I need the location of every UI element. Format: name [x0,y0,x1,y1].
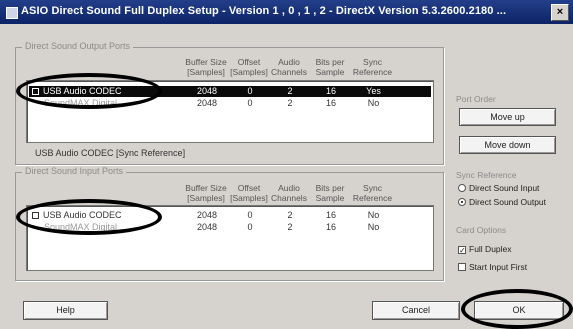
out-header-buffer: Buffer Size [Samples] [185,57,227,77]
in-header-sync: Sync Reference [352,183,393,203]
output-row-buffer: 2048 [196,86,218,96]
checkbox-empty [458,263,466,271]
radio-input-indicator [458,184,466,192]
annotation-ellipse-input [16,199,162,235]
output-row-bits: 16 [325,86,336,96]
output-row-sync: No [367,98,380,108]
radio-output-label: Direct Sound Output [469,197,547,207]
input-row-bits: 16 [325,210,336,220]
card-options-label: Card Options [456,225,507,235]
port-order-label: Port Order [456,94,496,104]
output-row-bits: 16 [325,98,336,108]
sync-reference-label: Sync Reference [456,170,517,180]
output-row-sync: Yes [366,86,381,96]
input-row-channels: 2 [287,210,293,220]
input-row-sync: No [367,222,380,232]
sync-reference-status: USB Audio CODEC [Sync Reference] [35,148,186,158]
annotation-ellipse-output [16,73,162,109]
close-button[interactable]: × [551,4,569,21]
in-header-channels: Audio Channels [271,183,307,203]
check-icon: ✓ [458,246,466,255]
move-up-button[interactable]: Move up [459,108,556,126]
output-row-offset: 0 [247,98,253,108]
output-row-buffer: 2048 [196,98,218,108]
start-input-first-label: Start Input First [469,262,528,272]
cancel-button[interactable]: Cancel [372,301,460,320]
in-header-offset: Offset [Samples] [230,183,268,203]
help-button[interactable]: Help [23,301,108,320]
radio-input-label: Direct Sound Input [469,183,540,193]
input-row-bits: 16 [325,222,336,232]
radio-output-indicator [458,198,466,206]
radio-direct-sound-output[interactable]: Direct Sound Output [458,197,546,208]
input-row-offset: 0 [247,222,253,232]
out-header-sync: Sync Reference [352,57,393,77]
move-down-button[interactable]: Move down [459,136,556,154]
out-header-offset: Offset [Samples] [230,57,268,77]
checkbox-full-duplex[interactable]: ✓ Full Duplex [458,244,512,255]
input-row-sync: No [367,210,380,220]
checkbox-start-input-first[interactable]: Start Input First [458,262,527,273]
input-ports-label: Direct Sound Input Ports [22,166,127,176]
input-row-offset: 0 [247,210,253,220]
title-bar: ASIO Direct Sound Full Duplex Setup - Ve… [0,0,573,24]
in-header-buffer: Buffer Size [Samples] [185,183,227,203]
annotation-ellipse-ok [461,289,573,329]
output-ports-label: Direct Sound Output Ports [22,41,134,51]
out-header-channels: Audio Channels [271,57,307,77]
radio-direct-sound-input[interactable]: Direct Sound Input [458,183,539,194]
output-row-channels: 2 [287,86,293,96]
output-row-channels: 2 [287,98,293,108]
window-title: ASIO Direct Sound Full Duplex Setup - Ve… [21,5,507,17]
full-duplex-label: Full Duplex [469,244,512,254]
output-row-offset: 0 [247,86,253,96]
input-row-buffer: 2048 [196,222,218,232]
app-icon [6,7,18,19]
input-row-buffer: 2048 [196,210,218,220]
input-row-channels: 2 [287,222,293,232]
out-header-bits: Bits per Sample [315,57,345,77]
in-header-bits: Bits per Sample [315,183,345,203]
